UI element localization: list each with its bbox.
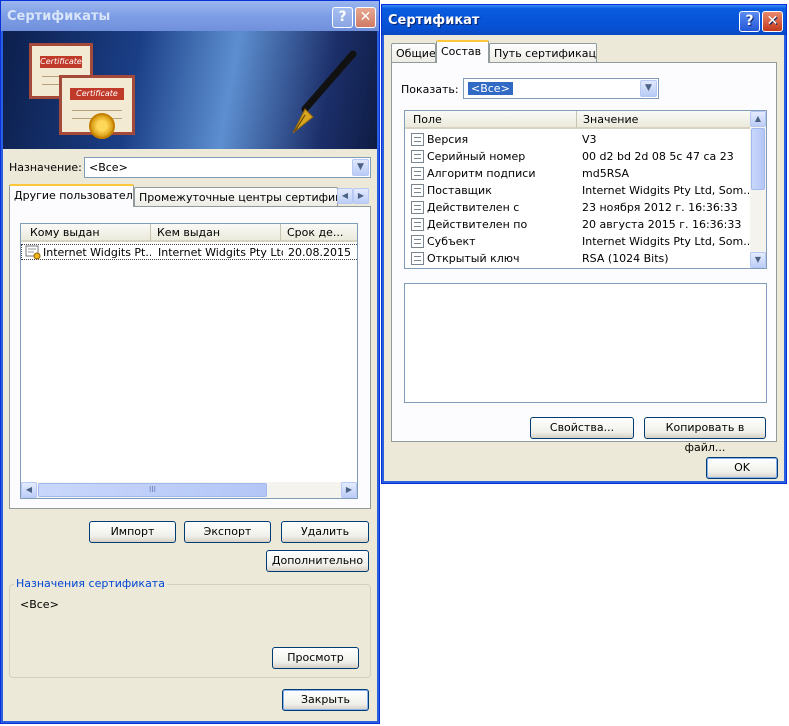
close-icon[interactable]: ✕: [762, 11, 783, 32]
column-expires[interactable]: Срок де...: [281, 224, 357, 242]
fields-vertical-scrollbar[interactable]: ▲ ▼: [750, 111, 766, 268]
column-value[interactable]: Значение: [577, 111, 752, 129]
list-item[interactable]: Действителен по 20 августа 2015 г. 16:36…: [405, 216, 751, 233]
purpose-combo[interactable]: <Все> ▼: [84, 157, 371, 178]
certificate-titlebar[interactable]: Сертификат ? ✕: [382, 5, 786, 35]
import-button[interactable]: Импорт: [89, 521, 176, 543]
ok-button[interactable]: OK: [706, 457, 778, 479]
delete-button[interactable]: Удалить: [281, 521, 369, 543]
certificates-titlebar[interactable]: Сертификаты ? ✕: [1, 1, 379, 31]
seal-icon: [89, 113, 115, 139]
tab-scroll-right-icon[interactable]: ▶: [353, 188, 369, 204]
list-item[interactable]: Серийный номер 00 d2 bd 2d 08 5c 47 ca 2…: [405, 148, 751, 165]
field-icon: [411, 167, 424, 180]
certificates-list[interactable]: Кому выдан Кем выдан Срок де... Internet…: [20, 223, 358, 499]
scrollbar-thumb[interactable]: [751, 128, 765, 190]
field-icon: [411, 133, 424, 146]
chevron-down-icon[interactable]: ▼: [640, 80, 657, 97]
cell-expires: 20.08.2015: [288, 246, 351, 259]
help-button[interactable]: ?: [332, 7, 353, 28]
tab-details[interactable]: Состав: [436, 40, 489, 63]
tab-general[interactable]: Общие: [391, 43, 436, 63]
scroll-left-icon[interactable]: ◀: [21, 482, 37, 498]
column-issued-to[interactable]: Кому выдан: [21, 224, 151, 242]
tab-certification-path[interactable]: Путь сертификации: [489, 43, 597, 63]
pen-icon: [292, 50, 357, 134]
tab-other-users[interactable]: Другие пользователи: [9, 184, 134, 207]
other-users-panel: Кому выдан Кем выдан Срок де... Internet…: [9, 206, 371, 509]
chevron-down-icon[interactable]: ▼: [352, 159, 369, 176]
list-item[interactable]: Действителен с 23 ноября 2012 г. 16:36:3…: [405, 199, 751, 216]
certificate-window: Сертификат ? ✕ Общие Состав Путь сертифи…: [381, 4, 787, 484]
list-item[interactable]: Алгоритм подписи md5RSA: [405, 165, 751, 182]
scrollbar-thumb[interactable]: III: [38, 483, 267, 497]
certificates-banner: Certificate Certificate: [3, 31, 377, 149]
list-item[interactable]: Открытый ключ RSA (1024 Bits): [405, 250, 751, 267]
certificate-title: Сертификат: [388, 13, 480, 28]
scroll-right-icon[interactable]: ▶: [341, 482, 357, 498]
view-button[interactable]: Просмотр: [272, 647, 359, 669]
list-item[interactable]: Субъект Internet Widgits Pty Ltd, Som...: [405, 233, 751, 250]
certificates-title: Сертификаты: [7, 9, 111, 24]
certificate-purposes-title: Назначения сертификата: [14, 577, 167, 590]
fields-list[interactable]: Поле Значение Версия V3 Серийный номер 0…: [404, 110, 767, 269]
certificate-purposes-group: Назначения сертификата <Все> Просмотр: [9, 577, 371, 678]
purpose-label: Назначение:: [9, 161, 82, 174]
certificate-ribbon: Certificate: [70, 88, 124, 100]
column-field[interactable]: Поле: [405, 111, 577, 129]
tab-scroll-left-icon[interactable]: ◀: [337, 188, 353, 204]
field-icon: [411, 235, 424, 248]
scroll-down-icon[interactable]: ▼: [750, 252, 766, 268]
list-horizontal-scrollbar[interactable]: ◀ III ▶: [21, 482, 357, 498]
list-item[interactable]: Версия V3: [405, 131, 751, 148]
close-icon[interactable]: ✕: [355, 7, 376, 28]
field-icon: [411, 201, 424, 214]
list-item[interactable]: Поставщик Internet Widgits Pty Ltd, Som.…: [405, 182, 751, 199]
column-issued-by[interactable]: Кем выдан: [151, 224, 281, 242]
certificate-purposes-value: <Все>: [20, 598, 59, 611]
certificate-ribbon: Certificate: [40, 56, 82, 68]
export-button[interactable]: Экспорт: [184, 521, 271, 543]
field-value-textbox[interactable]: [404, 283, 767, 403]
field-icon: [411, 184, 424, 197]
scroll-up-icon[interactable]: ▲: [750, 111, 766, 127]
field-icon: [411, 218, 424, 231]
details-panel: Показать: <Все> ▼ Поле Значение Версия V…: [391, 62, 777, 454]
cell-issued-by: Internet Widgits Pty Ltd: [158, 246, 283, 259]
table-row[interactable]: Internet Widgits Pt... Internet Widgits …: [21, 244, 357, 260]
advanced-button[interactable]: Дополнительно: [266, 550, 369, 572]
properties-button[interactable]: Свойства...: [530, 417, 634, 439]
purpose-combo-value: <Все>: [89, 161, 128, 174]
close-button[interactable]: Закрыть: [282, 689, 369, 711]
certificate-icon: [25, 245, 41, 260]
help-button[interactable]: ?: [739, 11, 760, 32]
field-icon: [411, 252, 424, 265]
copy-to-file-button[interactable]: Копировать в файл...: [644, 417, 766, 454]
show-label: Показать:: [401, 83, 459, 96]
tab-intermediate-ca[interactable]: Промежуточные центры сертификации: [134, 187, 338, 207]
show-combo[interactable]: <Все> ▼: [463, 78, 659, 99]
certificates-window: Сертификаты ? ✕ Certificate Certificate …: [0, 0, 380, 724]
cell-issued-to: Internet Widgits Pt...: [43, 246, 151, 259]
show-combo-value: <Все>: [468, 82, 513, 95]
field-icon: [411, 150, 424, 163]
